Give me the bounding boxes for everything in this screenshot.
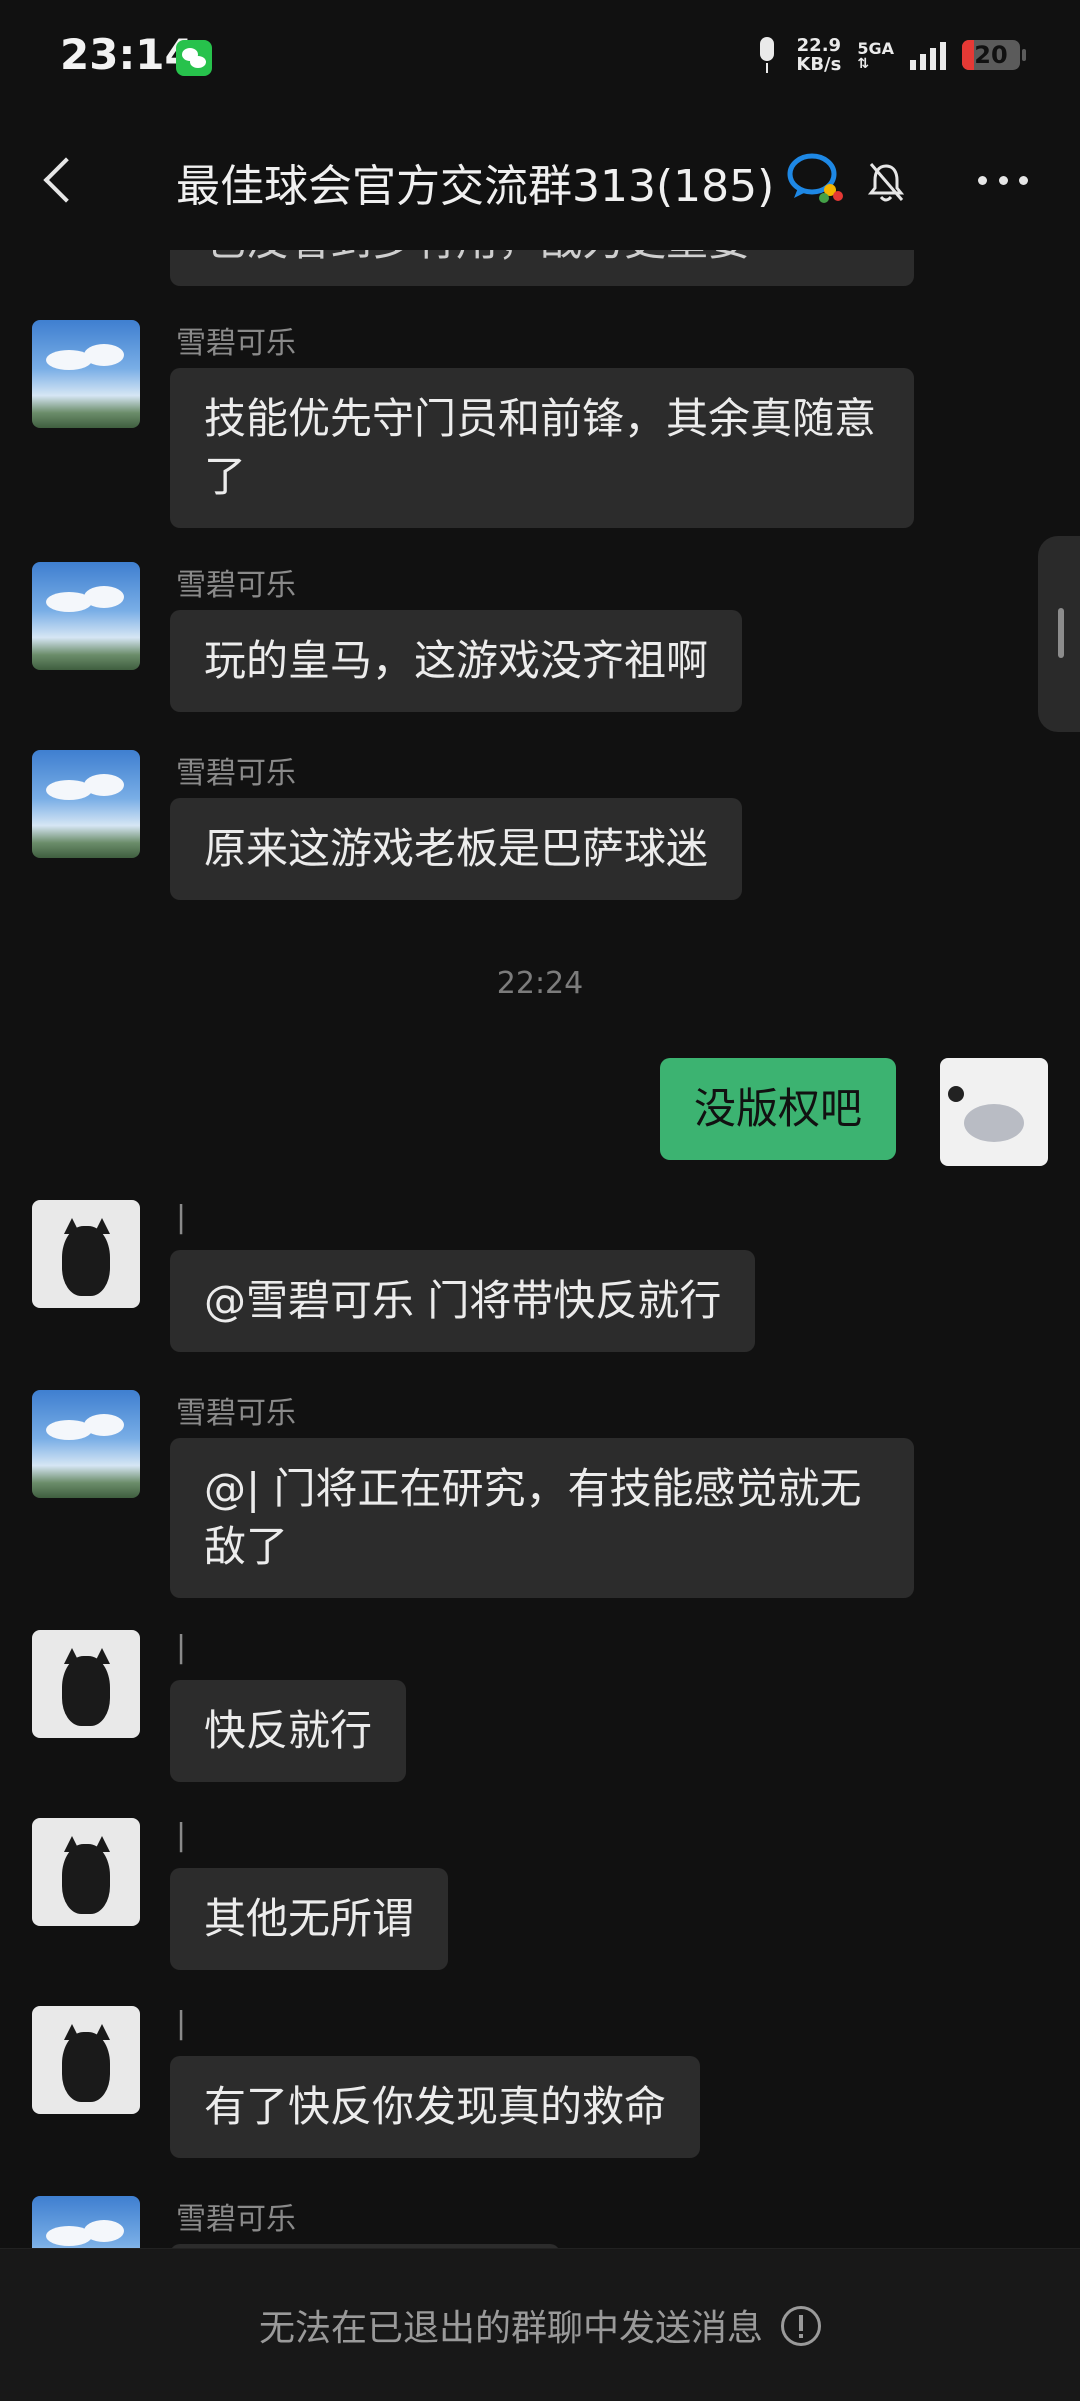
net-speed-unit: KB/s [796,54,842,75]
network-type: 5GA ⇅ [857,40,894,72]
status-time: 23:14 [60,30,194,79]
mic-icon [754,37,780,73]
message-bubble[interactable]: 也没看到多有用，战力更重要 [170,250,914,286]
status-bar: 23:14 22.9 KB/s 5GA ⇅ 20 [0,0,1080,110]
message-bubble[interactable]: 没版权吧 [660,1058,897,1160]
sender-name: | [176,1630,187,1665]
message-bubble[interactable]: @雪碧可乐 门将带快反就行 [170,1250,756,1352]
avatar[interactable] [940,1058,1048,1166]
message-bubble[interactable]: 技能优先守门员和前锋，其余真随意了 [170,368,914,528]
sender-name: | [176,1818,187,1853]
message-bubble[interactable]: 原来这游戏老板是巴萨球迷 [170,798,743,900]
battery-icon: 20 [962,40,1026,70]
avatar[interactable] [32,1818,140,1926]
info-icon[interactable] [781,2306,821,2346]
avatar[interactable] [32,2006,140,2114]
chat-title[interactable]: 最佳球会官方交流群313(185) [176,150,774,214]
message-bubble[interactable]: @| 门将正在研究，有技能感觉就无敌了 [170,1438,914,1598]
side-drawer-handle[interactable] [1038,536,1080,732]
footer-text: 无法在已退出的群聊中发送消息 [258,2308,763,2349]
battery-level: 20 [974,41,1008,69]
chat-footer: 无法在已退出的群聊中发送消息 [0,2248,1080,2401]
net-speed: 22.9 KB/s [796,36,841,74]
sender-name: | [176,2006,187,2041]
sender-name: 雪碧可乐 [176,2202,296,2237]
signal-icon [910,40,946,70]
sender-name: | [176,1200,187,1235]
back-icon[interactable] [40,160,80,200]
sender-name: 雪碧可乐 [176,756,296,791]
avatar[interactable] [32,320,140,428]
message-bubble[interactable]: 玩的皇马，这游戏没齐祖啊 [170,610,743,712]
message-bubble[interactable]: 其他无所谓 [170,1868,449,1970]
chat-bubble-icon[interactable] [786,152,844,204]
message-bubble[interactable]: 有了快反你发现真的救命 [170,2056,701,2158]
message-bubble[interactable]: 快反就行 [170,1680,407,1782]
message-list[interactable]: 也没看到多有用，战力更重要 雪碧可乐 技能优先守门员和前锋，其余真随意了 雪碧可… [0,250,1080,2248]
wechat-icon [176,40,212,76]
sender-name: 雪碧可乐 [176,326,296,361]
up-down-arrows-icon: ⇅ [857,56,870,72]
avatar[interactable] [32,1390,140,1498]
more-icon[interactable] [978,176,1028,186]
chat-header: 最佳球会官方交流群313(185) [0,110,1080,250]
sender-name: 雪碧可乐 [176,568,296,603]
avatar[interactable] [32,2196,140,2248]
mute-bell-icon[interactable] [866,160,906,204]
status-right: 22.9 KB/s 5GA ⇅ 20 [754,36,1026,74]
sender-name: 雪碧可乐 [176,1396,296,1431]
avatar[interactable] [32,562,140,670]
footer-message: 无法在已退出的群聊中发送消息 [0,2299,1080,2351]
message-timestamp: 22:24 [496,966,584,1001]
avatar[interactable] [32,1200,140,1308]
net-speed-value: 22.9 [796,35,842,56]
avatar[interactable] [32,750,140,858]
avatar[interactable] [32,1630,140,1738]
